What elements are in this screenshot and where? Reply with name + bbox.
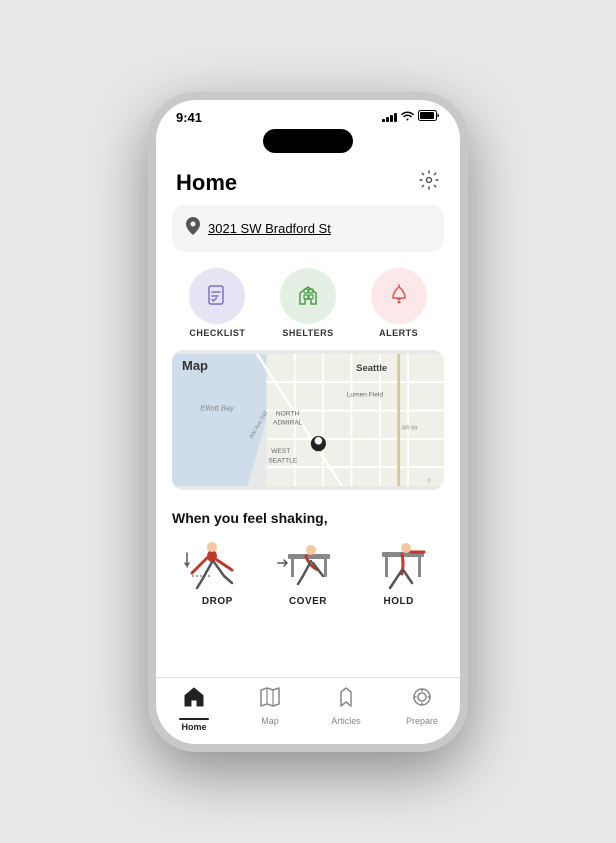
hold-label: HOLD xyxy=(383,596,413,607)
nav-prepare[interactable]: Prepare xyxy=(397,686,447,732)
map-svg: Elliott Bay Seattle Lumen Field NORTH AD… xyxy=(172,350,444,490)
dch-section: When you feel shaking, xyxy=(156,502,460,615)
alerts-icon-bg xyxy=(371,268,427,324)
dch-hold[interactable]: HOLD xyxy=(361,536,437,607)
screen: Home 3021 SW Bradford St xyxy=(156,157,460,677)
nav-articles[interactable]: Articles xyxy=(321,686,371,732)
wifi-icon xyxy=(401,110,414,124)
nav-prepare-label: Prepare xyxy=(406,716,438,726)
dynamic-island-pill xyxy=(263,129,353,153)
dch-row: DROP xyxy=(172,536,444,607)
nav-home-indicator xyxy=(179,718,209,720)
action-row: CHECKLIST SHELTERS xyxy=(156,264,460,350)
nav-home-label: Home xyxy=(181,722,206,732)
prepare-icon xyxy=(411,686,433,714)
header: Home xyxy=(156,157,460,205)
svg-text:SEATTLE: SEATTLE xyxy=(268,457,297,464)
checklist-icon-bg xyxy=(189,268,245,324)
action-checklist[interactable]: CHECKLIST xyxy=(189,268,245,338)
nav-map[interactable]: Map xyxy=(245,686,295,732)
drop-icon xyxy=(179,536,255,592)
svg-text:Seattle: Seattle xyxy=(356,362,387,373)
settings-icon[interactable] xyxy=(418,169,440,197)
drop-label: DROP xyxy=(202,596,233,607)
checklist-label: CHECKLIST xyxy=(189,328,245,338)
map-label: Map xyxy=(182,358,208,373)
svg-text:Elliott Bay: Elliott Bay xyxy=(200,403,235,412)
dynamic-island xyxy=(156,129,460,157)
dch-title: When you feel shaking, xyxy=(172,510,444,526)
status-bar: 9:41 xyxy=(156,100,460,129)
battery-icon xyxy=(418,110,440,124)
action-shelters[interactable]: SHELTERS xyxy=(280,268,336,338)
bottom-nav: Home Map Articles xyxy=(156,677,460,744)
status-time: 9:41 xyxy=(176,110,202,125)
address-card[interactable]: 3021 SW Bradford St xyxy=(172,205,444,252)
dch-drop[interactable]: DROP xyxy=(179,536,255,607)
dch-cover[interactable]: COVER xyxy=(270,536,346,607)
nav-home[interactable]: Home xyxy=(169,686,219,732)
svg-text:WEST: WEST xyxy=(271,448,290,455)
svg-text:NORTH: NORTH xyxy=(276,410,300,417)
svg-text:Lumen Field: Lumen Field xyxy=(347,391,384,398)
map-section[interactable]: Map xyxy=(172,350,444,490)
status-icons xyxy=(382,110,440,124)
home-icon xyxy=(183,686,205,714)
page-title: Home xyxy=(176,170,237,196)
location-pin-icon xyxy=(186,217,200,240)
address-text: 3021 SW Bradford St xyxy=(208,221,331,236)
signal-bars-icon xyxy=(382,112,397,122)
nav-articles-label: Articles xyxy=(331,716,361,726)
phone-frame: 9:41 xyxy=(148,92,468,752)
svg-text:ADMIRAL: ADMIRAL xyxy=(273,419,303,426)
nav-map-label: Map xyxy=(261,716,279,726)
alerts-label: ALERTS xyxy=(379,328,418,338)
shelters-label: SHELTERS xyxy=(282,328,333,338)
shelters-icon-bg xyxy=(280,268,336,324)
svg-text:SR 99: SR 99 xyxy=(402,425,418,431)
action-alerts[interactable]: ALERTS xyxy=(371,268,427,338)
cover-icon xyxy=(270,536,346,592)
hold-icon xyxy=(361,536,437,592)
articles-icon xyxy=(335,686,357,714)
map-icon xyxy=(259,686,281,714)
cover-label: COVER xyxy=(289,596,327,607)
